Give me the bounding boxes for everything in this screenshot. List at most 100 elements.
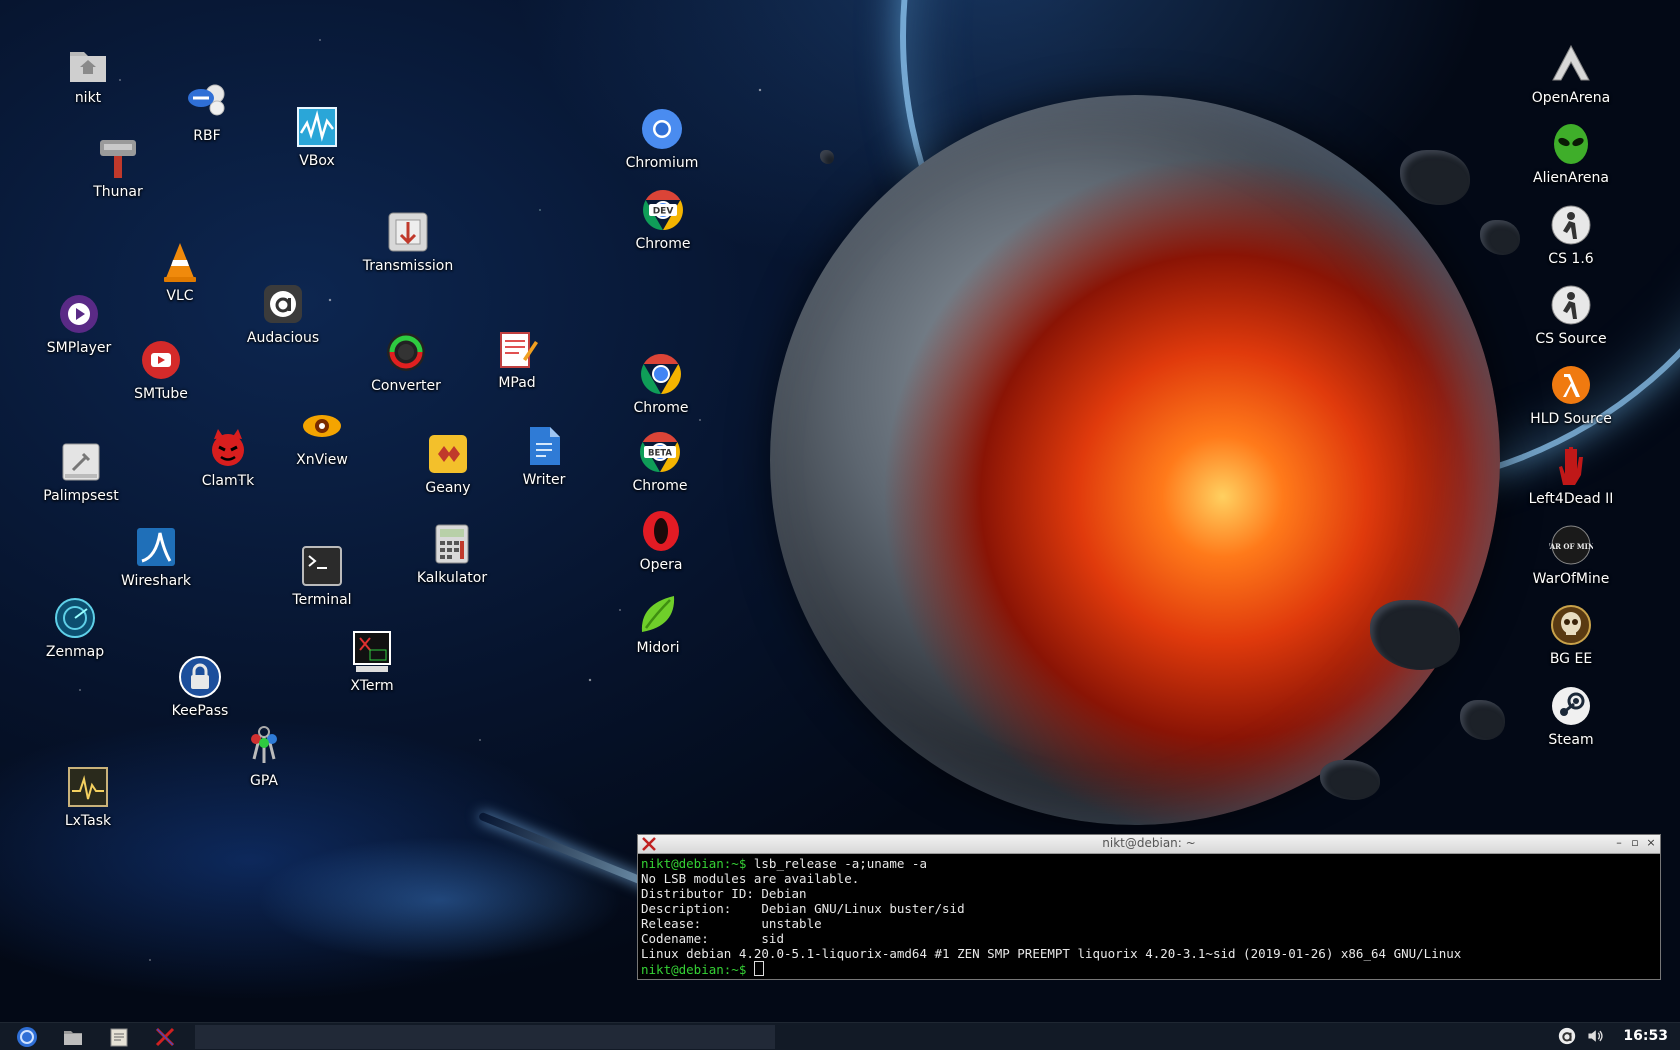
war-of-mine-icon: WAR OF MINE xyxy=(1549,525,1593,565)
steam-icon xyxy=(1552,687,1590,725)
desktop-icon-chrome[interactable]: Chrome xyxy=(606,352,716,417)
wallpaper-planet xyxy=(770,95,1500,825)
desktop-icon-writer[interactable]: Writer xyxy=(489,424,599,489)
desktop-icon-xnview[interactable]: XnView xyxy=(267,404,377,469)
terminal-titlebar[interactable]: nikt@debian: ~ – ▫ × xyxy=(638,835,1660,854)
desktop-icon-label: GPA xyxy=(250,773,278,789)
desktop-icon-warofmine[interactable]: WAR OF MINE WarOfMine xyxy=(1516,523,1626,588)
desktop-icon-steam[interactable]: Steam xyxy=(1516,684,1626,749)
desktop-icon-xterm[interactable]: XTerm xyxy=(317,630,427,695)
desktop-icon-lxtask[interactable]: LxTask xyxy=(33,765,143,830)
chrome-beta-badge: BETA xyxy=(648,449,672,459)
lxtask-monitor-icon xyxy=(68,767,108,807)
desktop-icon-nikt[interactable]: nikt xyxy=(33,42,143,107)
left4dead-hand-icon xyxy=(1559,447,1583,485)
terminal-output-line: No LSB modules are available. xyxy=(641,871,860,886)
terminal-prompt: nikt@debian:~$ xyxy=(641,962,747,977)
desktop-icon-cs16[interactable]: CS 1.6 xyxy=(1516,203,1626,268)
desktop-icon-label: Opera xyxy=(639,557,683,573)
desktop-icon-cssource[interactable]: CS Source xyxy=(1516,283,1626,348)
update-notifier-icon[interactable] xyxy=(1558,1027,1576,1045)
taskbar-window-list[interactable] xyxy=(195,1025,775,1049)
desktop-icon-chromium[interactable]: Chromium xyxy=(607,107,717,172)
chrome-icon xyxy=(641,354,681,394)
desktop-icon-smtube[interactable]: SMTube xyxy=(106,338,216,403)
terminal-title: nikt@debian: ~ xyxy=(1102,836,1196,850)
desktop-icon-label: nikt xyxy=(74,90,102,106)
desktop-icon-chrome-beta[interactable]: BETA Chrome xyxy=(605,430,715,495)
clock[interactable]: 16:53 xyxy=(1623,1028,1668,1044)
smplayer-icon xyxy=(60,295,98,333)
desktop-icon-vbox[interactable]: VBox xyxy=(262,105,372,170)
half-life-lambda-icon xyxy=(1552,366,1590,404)
desktop-icon-label: Thunar xyxy=(93,184,143,200)
desktop-icon-label: Left4Dead II xyxy=(1528,491,1614,507)
mpad-notepad-icon xyxy=(500,332,538,368)
volume-icon[interactable] xyxy=(1586,1027,1604,1045)
text-editor-icon[interactable] xyxy=(108,1026,130,1048)
transmission-icon xyxy=(388,212,428,252)
desktop-icon-wireshark[interactable]: Wireshark xyxy=(101,525,211,590)
desktop-icon-label: OpenArena xyxy=(1531,90,1611,106)
counter-strike-source-icon xyxy=(1551,285,1591,325)
terminal-window[interactable]: nikt@debian: ~ – ▫ × nikt@debian:~$ lsb_… xyxy=(637,834,1661,980)
desktop-icon-openarena[interactable]: OpenArena xyxy=(1516,42,1626,107)
desktop-icon-zenmap[interactable]: Zenmap xyxy=(20,596,130,661)
terminal-output[interactable]: nikt@debian:~$ lsb_release -a;uname -a N… xyxy=(638,854,1660,979)
desktop-icon-converter[interactable]: Converter xyxy=(351,330,461,395)
desktop-icon-gpa[interactable]: GPA xyxy=(209,725,319,790)
desktop-icon-alienarena[interactable]: AlienArena xyxy=(1516,122,1626,187)
desktop-icon-label: LxTask xyxy=(64,813,112,829)
clamtk-devil-icon xyxy=(212,429,244,466)
chrome-dev-badge: DEV xyxy=(653,207,674,217)
desktop-icon-chrome-dev[interactable]: DEV Chrome xyxy=(608,188,718,253)
desktop-icon-keepass[interactable]: KeePass xyxy=(145,655,255,720)
xterm-launcher-icon[interactable] xyxy=(154,1026,176,1048)
geany-icon xyxy=(429,435,467,473)
disk-utility-icon xyxy=(62,443,100,481)
desktop-icon-kalkulator[interactable]: Kalkulator xyxy=(397,522,507,587)
desktop-icon-bgee[interactable]: BG EE xyxy=(1516,603,1626,668)
vlc-cone-icon xyxy=(164,243,196,282)
desktop-icon-hldsource[interactable]: HLD Source xyxy=(1516,363,1626,428)
desktop-icon-label: VBox xyxy=(299,153,335,169)
smtube-icon xyxy=(142,341,180,379)
desktop-icon-palimpsest[interactable]: Palimpsest xyxy=(26,440,136,505)
desktop: nikt RBF Thunar VBox Transmission VLC Au… xyxy=(0,0,1680,1050)
terminal-output-line: Distributor ID: Debian xyxy=(641,886,807,901)
rbf-icon xyxy=(188,84,225,116)
maximize-button[interactable]: ▫ xyxy=(1628,836,1642,850)
desktop-icon-label: XnView xyxy=(296,452,348,468)
desktop-icon-label: Converter xyxy=(371,378,441,394)
desktop-icon-label: Geany xyxy=(425,480,471,496)
desktop-icon-thunar[interactable]: Thunar xyxy=(63,136,173,201)
desktop-icon-opera[interactable]: Opera xyxy=(606,509,716,574)
desktop-icon-vlc[interactable]: VLC xyxy=(125,240,235,305)
desktop-icon-midori[interactable]: Midori xyxy=(603,592,713,657)
xnview-eye-icon xyxy=(303,415,341,437)
midori-leaf-icon xyxy=(641,596,675,632)
application-menu-icon[interactable] xyxy=(16,1026,38,1048)
wallpaper-asteroid xyxy=(820,150,834,164)
desktop-icon-label: Transmission xyxy=(362,258,454,274)
desktop-icon-terminal[interactable]: Terminal xyxy=(267,544,377,609)
desktop-icon-transmission[interactable]: Transmission xyxy=(353,210,463,275)
desktop-icon-label: MPad xyxy=(498,375,536,391)
desktop-icon-geany[interactable]: Geany xyxy=(393,432,503,497)
terminal-prompt: nikt@debian:~$ xyxy=(641,856,747,871)
file-manager-icon[interactable] xyxy=(62,1026,84,1048)
desktop-icon-label: Midori xyxy=(636,640,680,656)
desktop-icon-label: Writer xyxy=(522,472,566,488)
desktop-icon-clamtk[interactable]: ClamTk xyxy=(173,425,283,490)
taskbar: 16:53 xyxy=(0,1022,1680,1050)
desktop-icon-audacious[interactable]: Audacious xyxy=(228,282,338,347)
minimize-button[interactable]: – xyxy=(1612,836,1626,850)
chrome-dev-icon: DEV xyxy=(643,190,683,230)
desktop-icon-label: Chrome xyxy=(633,400,689,416)
desktop-icon-left4dead[interactable]: Left4Dead II xyxy=(1516,443,1626,508)
desktop-icon-label: Chrome xyxy=(632,478,688,494)
close-button[interactable]: × xyxy=(1644,836,1658,850)
desktop-icon-label: BG EE xyxy=(1549,651,1593,667)
libreoffice-writer-icon xyxy=(530,427,560,465)
desktop-icon-mpad[interactable]: MPad xyxy=(462,327,572,392)
